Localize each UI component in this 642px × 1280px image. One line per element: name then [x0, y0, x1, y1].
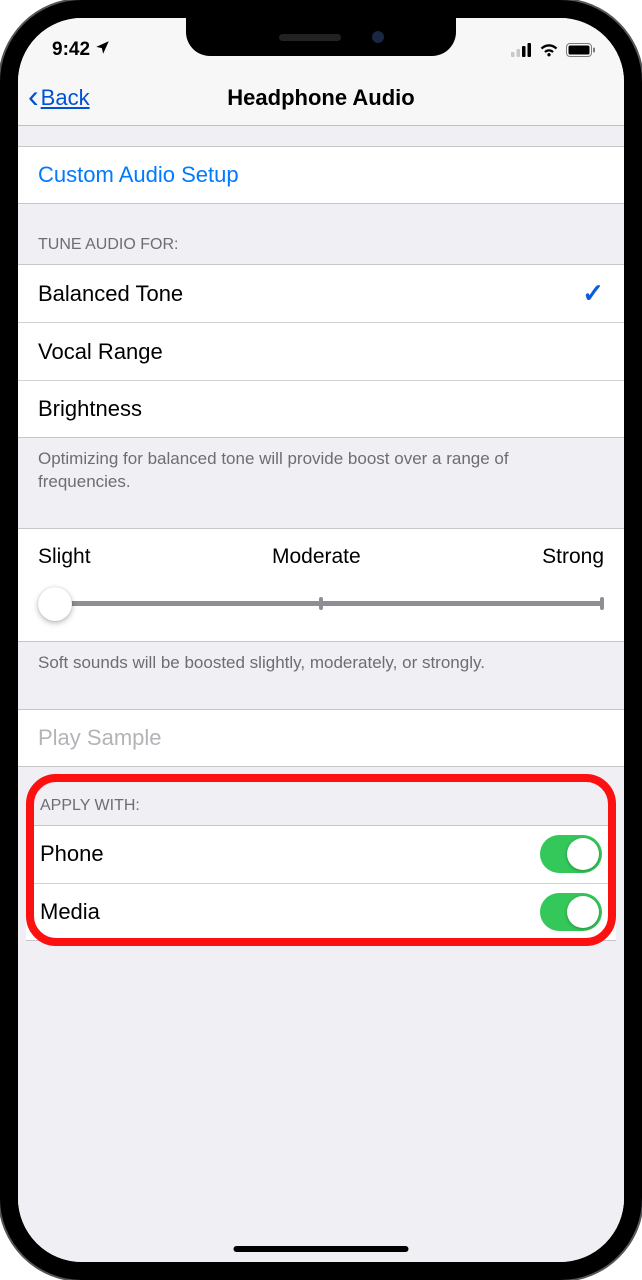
tune-option-label: Vocal Range	[38, 339, 604, 365]
page-title: Headphone Audio	[18, 85, 624, 111]
slider-thumb[interactable]	[38, 587, 72, 621]
tune-option-brightness[interactable]: Brightness	[18, 380, 624, 438]
custom-audio-setup-label: Custom Audio Setup	[38, 162, 604, 188]
boost-slider[interactable]	[38, 587, 604, 619]
tune-option-label: Balanced Tone	[38, 281, 582, 307]
wifi-icon	[539, 43, 559, 57]
device-notch	[186, 18, 456, 56]
apply-media-toggle[interactable]	[540, 893, 602, 931]
play-sample-cell[interactable]: Play Sample	[18, 709, 624, 767]
tune-option-vocal[interactable]: Vocal Range	[18, 322, 624, 380]
boost-slider-cell: Slight Moderate Strong	[18, 528, 624, 642]
slider-labels: Slight Moderate Strong	[38, 545, 604, 569]
custom-audio-setup-cell[interactable]: Custom Audio Setup	[18, 146, 624, 204]
slider-label-moderate: Moderate	[272, 545, 361, 569]
tune-option-label: Brightness	[38, 396, 604, 422]
apply-with-header: APPLY WITH:	[26, 777, 616, 825]
home-indicator[interactable]	[234, 1246, 409, 1252]
volume-up-button	[0, 278, 1, 356]
volume-down-button	[0, 378, 1, 456]
apply-media-label: Media	[40, 899, 540, 925]
chevron-left-icon: ‹	[28, 80, 39, 112]
apply-phone-cell[interactable]: Phone	[26, 825, 616, 883]
tune-option-balanced[interactable]: Balanced Tone ✓	[18, 264, 624, 322]
tune-footer-text: Optimizing for balanced tone will provid…	[18, 438, 624, 508]
navigation-bar: ‹ Back Headphone Audio	[18, 70, 624, 126]
slider-label-strong: Strong	[542, 545, 604, 569]
back-button[interactable]: ‹ Back	[18, 84, 90, 112]
silence-switch	[0, 203, 1, 243]
back-label: Back	[41, 85, 90, 111]
checkmark-icon: ✓	[582, 278, 604, 309]
apply-with-section-highlight: APPLY WITH: Phone Media	[26, 777, 616, 941]
cellular-signal-icon	[511, 43, 532, 57]
slider-footer-text: Soft sounds will be boosted slightly, mo…	[18, 642, 624, 689]
status-time: 9:42	[52, 39, 90, 61]
play-sample-label: Play Sample	[38, 725, 604, 751]
slider-label-slight: Slight	[38, 545, 91, 569]
apply-phone-label: Phone	[40, 841, 540, 867]
battery-icon	[566, 43, 596, 57]
tune-audio-header: TUNE AUDIO FOR:	[18, 204, 624, 264]
location-icon	[95, 40, 110, 60]
apply-phone-toggle[interactable]	[540, 835, 602, 873]
apply-media-cell[interactable]: Media	[26, 883, 616, 941]
